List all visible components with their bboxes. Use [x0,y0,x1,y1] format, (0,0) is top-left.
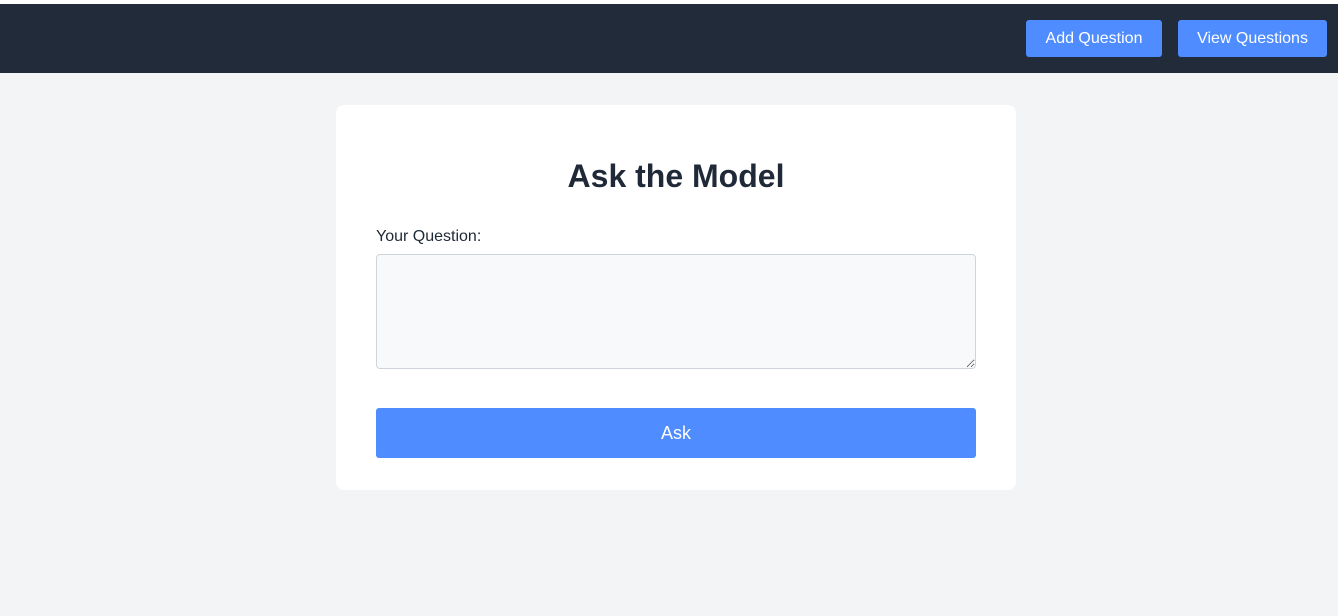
view-questions-button[interactable]: View Questions [1178,20,1327,57]
question-label: Your Question: [376,228,482,245]
top-navigation-bar: Add Question View Questions [0,4,1338,73]
ask-form-card: Ask the Model Your Question: Ask [336,105,1016,490]
page-title: Ask the Model [567,158,785,194]
ask-button[interactable]: Ask [376,408,976,458]
add-question-button[interactable]: Add Question [1026,20,1162,57]
question-textarea[interactable] [376,254,976,369]
